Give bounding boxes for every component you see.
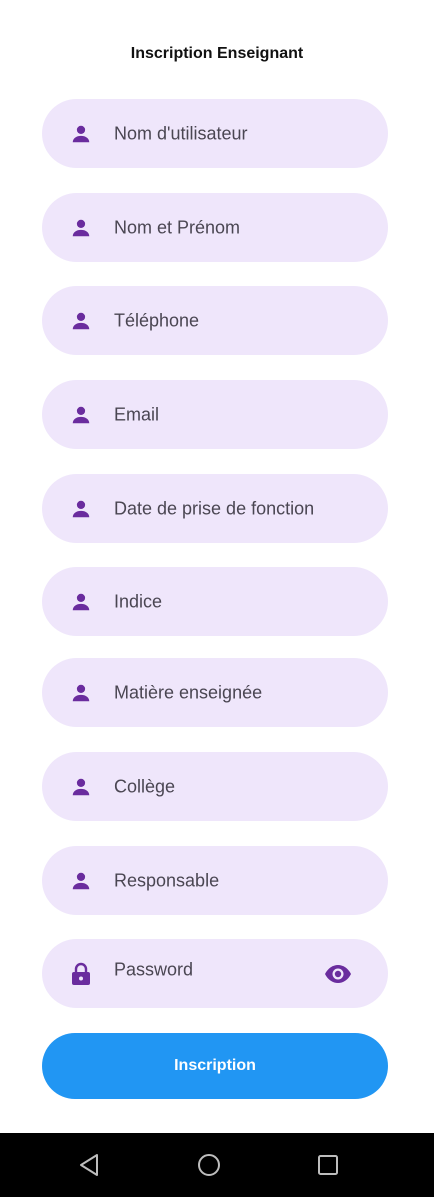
eye-icon[interactable]	[324, 960, 352, 988]
back-icon[interactable]	[77, 1153, 101, 1177]
person-icon	[69, 590, 93, 614]
person-icon	[69, 869, 93, 893]
lock-icon	[69, 962, 93, 986]
page-title: Inscription Enseignant	[130, 45, 304, 62]
inscription-button[interactable]: Inscription	[42, 1033, 388, 1099]
person-icon	[69, 309, 93, 333]
phone-field[interactable]: Téléphone	[42, 286, 388, 355]
person-icon	[69, 681, 93, 705]
start-date-placeholder: Date de prise de fonction	[114, 498, 315, 518]
college-field[interactable]: Collège	[42, 752, 388, 821]
college-placeholder: Collège	[114, 776, 176, 796]
subject-placeholder: Matière enseignée	[114, 682, 263, 702]
person-icon	[69, 497, 93, 521]
phone-placeholder: Téléphone	[114, 310, 200, 330]
full-name-placeholder: Nom et Prénom	[114, 217, 241, 237]
registration-screen: Inscription Enseignant Nom d'utilisateur…	[0, 0, 434, 1197]
password-field[interactable]: Password	[42, 939, 388, 1008]
system-nav-bar	[0, 1133, 434, 1197]
supervisor-placeholder: Responsable	[114, 870, 220, 890]
person-icon	[69, 403, 93, 427]
username-field[interactable]: Nom d'utilisateur	[42, 99, 388, 168]
username-placeholder: Nom d'utilisateur	[114, 123, 248, 143]
email-placeholder: Email	[114, 404, 160, 424]
full-name-field[interactable]: Nom et Prénom	[42, 193, 388, 262]
start-date-field[interactable]: Date de prise de fonction	[42, 474, 388, 543]
person-icon	[69, 775, 93, 799]
index-field[interactable]: Indice	[42, 567, 388, 636]
person-icon	[69, 122, 93, 146]
home-icon[interactable]	[197, 1153, 221, 1177]
index-placeholder: Indice	[114, 591, 163, 611]
subject-field[interactable]: Matière enseignée	[42, 658, 388, 727]
recents-icon[interactable]	[316, 1153, 340, 1177]
person-icon	[69, 216, 93, 240]
email-field[interactable]: Email	[42, 380, 388, 449]
password-placeholder: Password	[114, 959, 194, 980]
supervisor-field[interactable]: Responsable	[42, 846, 388, 915]
